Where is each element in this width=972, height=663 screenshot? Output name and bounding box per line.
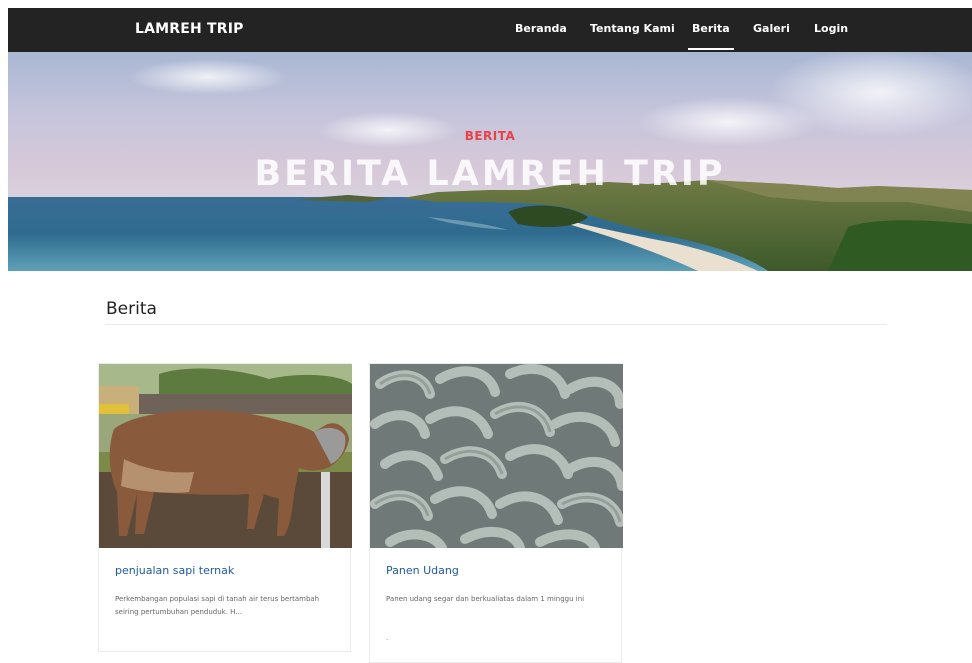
hero-banner: BERITA BERITA LAMREH TRIP [8,52,972,271]
top-navbar: LAMREH TRIP Beranda Tentang Kami Berita … [8,8,972,52]
news-card-extra: . [386,634,389,642]
hero-title: BERITA LAMREH TRIP [254,154,726,194]
nav-item-berita[interactable]: Berita [688,22,734,50]
news-card[interactable]: penjualan sapi ternak Perkembangan popul… [98,363,352,652]
news-card-excerpt: Perkembangan populasi sapi di tanah air … [115,595,320,616]
page: LAMREH TRIP Beranda Tentang Kami Berita … [8,8,972,663]
shrimp-photo[interactable] [370,364,623,548]
nav-item-login[interactable]: Login [814,22,848,35]
brand-logo[interactable]: LAMREH TRIP [135,21,244,37]
hero-subtitle: BERITA [464,129,516,143]
news-card-title[interactable]: penjualan sapi ternak [115,564,234,577]
cow-photo[interactable] [99,364,352,548]
section-divider [106,324,886,325]
news-card-title[interactable]: Panen Udang [386,564,459,577]
news-card-excerpt: Panen udang segar dan berkualiatas dalam… [386,595,585,603]
nav-item-galeri[interactable]: Galeri [753,22,790,35]
nav-item-beranda[interactable]: Beranda [515,22,567,35]
section-title: Berita [106,299,157,319]
news-card[interactable]: Panen Udang Panen udang segar dan berkua… [369,363,623,663]
nav-item-tentang-kami[interactable]: Tentang Kami [590,22,675,35]
